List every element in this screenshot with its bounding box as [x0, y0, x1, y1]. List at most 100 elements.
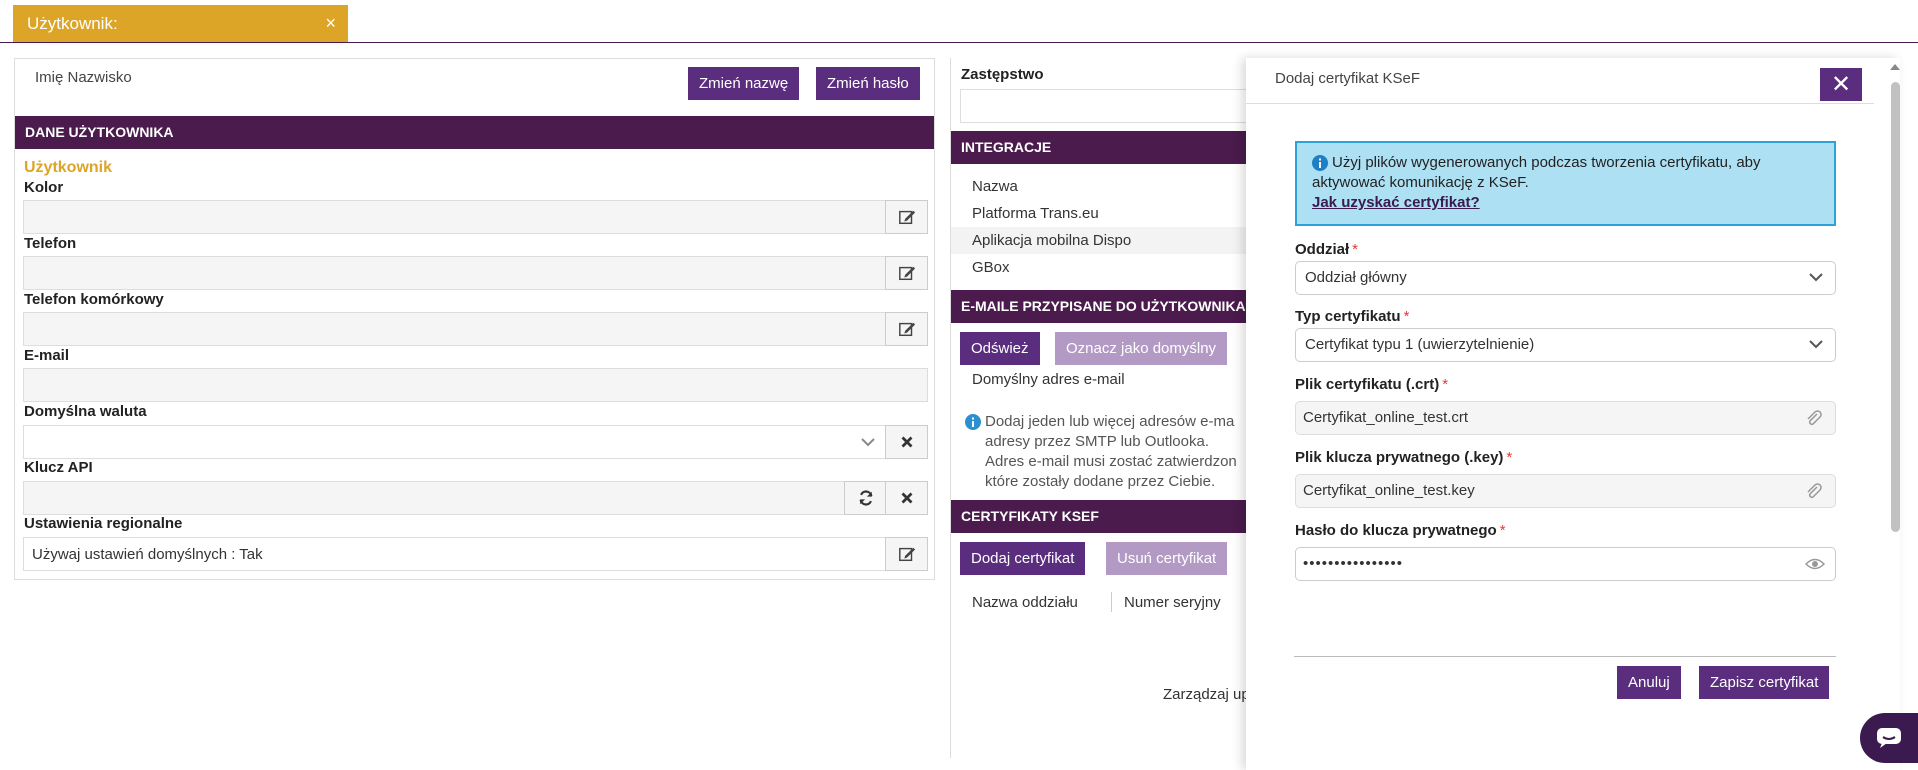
- manage-text: Zarządzaj up: [1163, 686, 1250, 703]
- user-tab-title: Użytkownik:: [27, 14, 118, 33]
- mobile-label: Telefon komórkowy: [24, 291, 164, 308]
- color-field[interactable]: [23, 200, 886, 234]
- api-key-label: Klucz API: [24, 459, 93, 476]
- color-label: Kolor: [24, 179, 64, 196]
- close-dialog-button[interactable]: ✕: [1820, 68, 1862, 101]
- chat-button[interactable]: [1860, 713, 1918, 763]
- info-text: Użyj plików wygenerowanych podczas tworz…: [1312, 154, 1761, 191]
- top-tab-bar: Użytkownik: ×: [0, 0, 1918, 43]
- required-mark: *: [1403, 308, 1410, 325]
- edit-icon: [898, 547, 915, 562]
- rename-button[interactable]: Zmień nazwę: [688, 67, 800, 100]
- mobile-field[interactable]: [23, 312, 886, 346]
- save-certificate-button[interactable]: Zapisz certyfikat: [1699, 666, 1830, 699]
- edit-regional-button[interactable]: [885, 537, 928, 571]
- refresh-icon: [859, 490, 872, 506]
- edit-phone-button[interactable]: [885, 256, 928, 290]
- cert-type-label: Typ certyfikatu *: [1295, 308, 1409, 325]
- scroll-up-arrow[interactable]: [1890, 64, 1900, 70]
- close-icon[interactable]: ×: [325, 13, 336, 34]
- set-default-button[interactable]: Oznacz jako domyślny: [1055, 332, 1228, 365]
- key-file-label: Plik klucza prywatnego (.key) *: [1295, 449, 1512, 466]
- password-value: ••••••••••••••••: [1303, 555, 1404, 572]
- ksef-section-header: CERTYFIKATY KSEF: [951, 500, 1250, 533]
- required-mark: *: [1352, 241, 1359, 258]
- integration-item[interactable]: Aplikacja mobilna Dispo: [972, 232, 1131, 249]
- user-tab[interactable]: Użytkownik: ×: [13, 5, 348, 42]
- key-file-value: Certyfikat_online_test.key: [1303, 482, 1475, 499]
- refresh-button[interactable]: Odśwież: [960, 332, 1040, 365]
- phone-label: Telefon: [24, 235, 77, 252]
- info-icon: [965, 414, 981, 430]
- edit-icon: [898, 210, 915, 225]
- password-label-text: Hasło do klucza prywatnego: [1295, 522, 1497, 539]
- phone-field[interactable]: [23, 256, 886, 290]
- edit-color-button[interactable]: [885, 200, 928, 234]
- integrations-panel: Zastępstwo INTEGRACJE Nazwa Platforma Tr…: [950, 58, 1250, 758]
- scrollbar[interactable]: [1889, 60, 1901, 760]
- required-mark: *: [1506, 449, 1513, 466]
- required-mark: *: [1442, 376, 1449, 393]
- branch-label: Oddział *: [1295, 241, 1358, 258]
- integration-item[interactable]: Platforma Trans.eu: [972, 205, 1099, 222]
- add-ksef-certificate-dialog: Dodaj certyfikat KSeF ✕ Użyj plików wyge…: [1246, 58, 1900, 770]
- password-label: Hasło do klucza prywatnego *: [1295, 522, 1506, 539]
- cert-type-label-text: Typ certyfikatu: [1295, 308, 1401, 325]
- cancel-button[interactable]: Anuluj: [1617, 666, 1681, 699]
- user-data-panel: Imię Nazwisko Zmień nazwę Zmień hasło DA…: [14, 58, 935, 580]
- user-subheading: Użytkownik: [24, 159, 113, 176]
- info-box: Użyj plików wygenerowanych podczas tworz…: [1295, 141, 1836, 226]
- default-email-header: Domyślny adres e-mail: [972, 371, 1125, 388]
- edit-icon: [898, 266, 915, 281]
- api-key-field[interactable]: [23, 481, 845, 515]
- cert-type-value: Certyfikat typu 1 (uwierzytelnienie): [1305, 336, 1535, 353]
- column-serial-number[interactable]: Numer seryjny: [1124, 594, 1221, 611]
- how-to-get-certificate-link[interactable]: Jak uzyskać certyfikat?: [1312, 193, 1819, 213]
- currency-label: Domyślna waluta: [24, 403, 147, 420]
- paperclip-icon: [1807, 483, 1822, 499]
- substitute-label: Zastępstwo: [961, 66, 1044, 83]
- info-icon: [1312, 155, 1328, 171]
- integration-item[interactable]: GBox: [972, 259, 1010, 276]
- email-info-line: które zostały dodane przez Ciebie.: [985, 473, 1216, 490]
- chevron-down-icon: [1809, 273, 1823, 282]
- remove-certificate-button[interactable]: Usuń certyfikat: [1106, 542, 1228, 575]
- integrations-section-header: INTEGRACJE: [951, 131, 1250, 164]
- cert-file-label-text: Plik certyfikatu (.crt): [1295, 376, 1440, 393]
- eye-icon[interactable]: [1805, 556, 1825, 572]
- paperclip-icon: [1807, 410, 1822, 426]
- branch-select[interactable]: Oddział główny: [1295, 261, 1836, 295]
- cert-type-select[interactable]: Certyfikat typu 1 (uwierzytelnienie): [1295, 328, 1836, 362]
- divider: [1246, 103, 1874, 104]
- edit-mobile-button[interactable]: [885, 312, 928, 346]
- edit-icon: [898, 322, 915, 337]
- clear-currency-button[interactable]: [885, 425, 928, 459]
- column-branch-name[interactable]: Nazwa oddziału: [972, 594, 1078, 611]
- substitute-field[interactable]: [960, 89, 1250, 123]
- regional-field[interactable]: Używaj ustawień domyślnych : Tak: [23, 537, 886, 571]
- cert-file-label: Plik certyfikatu (.crt) *: [1295, 376, 1448, 393]
- clear-api-key-button[interactable]: [885, 481, 928, 515]
- password-input[interactable]: ••••••••••••••••: [1295, 547, 1836, 581]
- emails-section-header: E-MAILE PRZYPISANE DO UŻYTKOWNIKA: [951, 290, 1250, 323]
- email-info-line: Dodaj jeden lub więcej adresów e-ma: [985, 413, 1235, 430]
- refresh-api-key-button[interactable]: [844, 481, 887, 515]
- close-icon: [901, 492, 912, 504]
- user-full-name: Imię Nazwisko: [35, 69, 132, 86]
- currency-select[interactable]: [23, 425, 886, 459]
- branch-label-text: Oddział: [1295, 241, 1350, 258]
- required-mark: *: [1499, 522, 1506, 539]
- add-certificate-button[interactable]: Dodaj certyfikat: [960, 542, 1086, 575]
- email-field[interactable]: [23, 368, 928, 402]
- close-icon: [901, 436, 912, 448]
- cert-file-value: Certyfikat_online_test.crt: [1303, 409, 1469, 426]
- scroll-thumb[interactable]: [1891, 82, 1900, 532]
- column-divider: [1111, 592, 1112, 612]
- divider: [1294, 656, 1836, 657]
- key-file-input[interactable]: Certyfikat_online_test.key: [1295, 474, 1836, 508]
- chat-icon: [1877, 728, 1901, 748]
- cert-file-input[interactable]: Certyfikat_online_test.crt: [1295, 401, 1836, 435]
- email-info-line: Adres e-mail musi zostać zatwierdzon: [985, 453, 1237, 470]
- regional-label: Ustawienia regionalne: [24, 515, 183, 532]
- change-password-button[interactable]: Zmień hasło: [816, 67, 920, 100]
